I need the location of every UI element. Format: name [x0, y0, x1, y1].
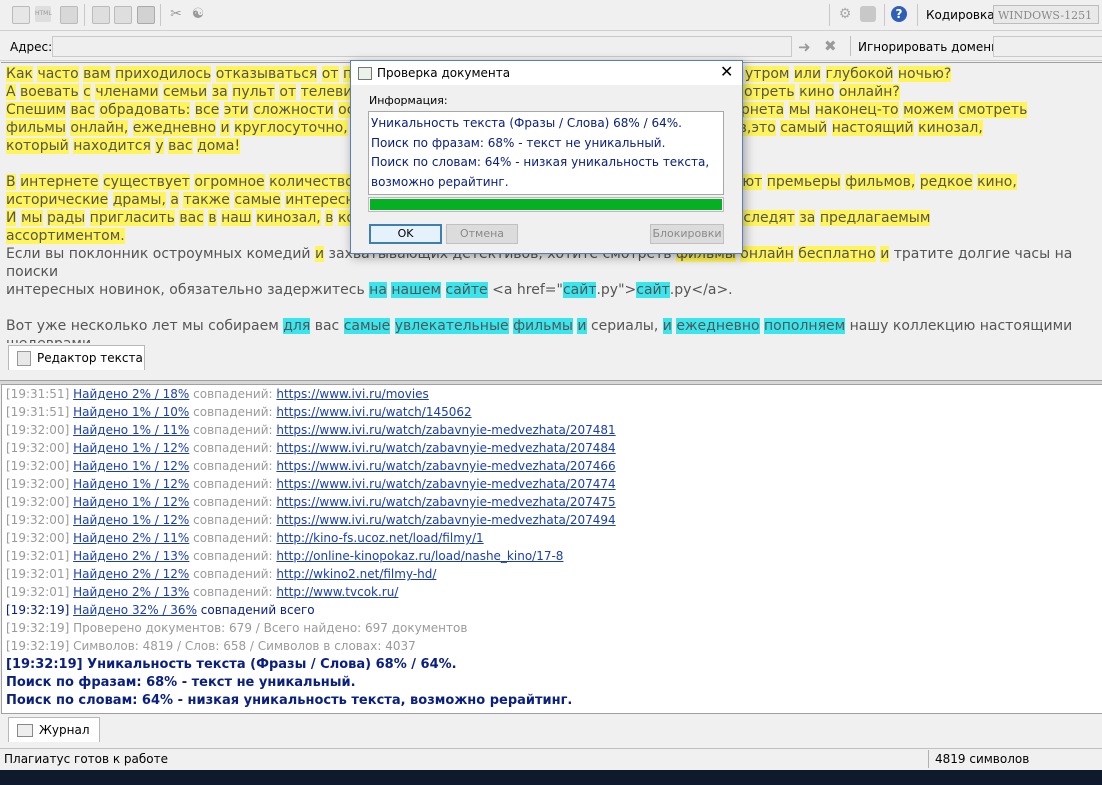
log-entry: [19:32:00] Найдено 1% / 12% совпадений: …	[6, 477, 616, 491]
info-textbox[interactable]: Уникальность текста (Фразы / Слова) 68% …	[368, 111, 724, 195]
toolbar-separator	[917, 4, 918, 26]
log-entry: [19:32:00] Найдено 1% / 12% совпадений: …	[6, 441, 616, 455]
new-file-icon[interactable]	[12, 6, 30, 24]
info-label: Информация:	[369, 94, 448, 107]
toolbar-separator	[829, 4, 830, 26]
toolbar-separator	[160, 4, 161, 26]
log-result-phrases: Поиск по фразам: 68% - текст не уникальн…	[6, 675, 356, 690]
encoding-select[interactable]: WINDOWS-1251	[993, 5, 1099, 24]
open-file-icon[interactable]	[60, 6, 78, 24]
dialog-titlebar[interactable]: Проверка документа ✕	[351, 61, 742, 85]
symbol-count: 4819 символов	[935, 752, 1030, 766]
log-result-words: Поиск по словам: 64% - низкая уникальнос…	[6, 693, 573, 708]
log-result-uniqueness: [19:32:19] Уникальность текста (Фразы / …	[6, 657, 457, 672]
address-input[interactable]	[52, 36, 792, 57]
document-edit-icon	[17, 351, 31, 366]
window-icon	[358, 67, 372, 80]
log-summary: [19:32:19] Найдено 32% / 36% совпадений …	[6, 603, 315, 617]
ok-button[interactable]: OK	[369, 224, 442, 244]
progress-bar	[368, 197, 724, 212]
taskbar	[0, 770, 1102, 785]
yin-yang-icon[interactable]: ☯	[190, 6, 206, 22]
close-icon[interactable]: ✕	[720, 63, 733, 81]
gear-icon[interactable]: ⚙	[837, 6, 853, 22]
copy2-icon[interactable]	[114, 6, 132, 24]
log-entry: [19:32:01] Найдено 2% / 13% совпадений: …	[6, 585, 399, 599]
cancel-button[interactable]: Отмена	[446, 224, 518, 244]
log-entry: [19:32:01] Найдено 2% / 13% совпадений: …	[6, 549, 564, 563]
tab-journal-label: Журнал	[39, 723, 90, 737]
copy-icon[interactable]	[92, 6, 110, 24]
dialog-title: Проверка документа	[377, 66, 511, 80]
toolbar-separator	[884, 4, 885, 26]
tab-journal[interactable]: Журнал	[8, 717, 100, 742]
log-entry: [19:31:51] Найдено 2% / 18% совпадений: …	[6, 387, 429, 401]
clear-icon[interactable]: ✖	[824, 37, 837, 55]
journal-log: [19:31:51] Найдено 2% / 18% совпадений: …	[1, 384, 1102, 714]
tab-text-editor[interactable]: Редактор текста	[8, 345, 145, 370]
status-separator	[928, 750, 929, 768]
toolbar-separator	[84, 4, 85, 26]
log-entry: [19:32:00] Найдено 1% / 11% совпадений: …	[6, 423, 616, 437]
log-entry: [19:31:51] Найдено 1% / 10% совпадений: …	[6, 405, 472, 419]
log-entry: [19:32:00] Найдено 1% / 12% совпадений: …	[6, 459, 616, 473]
check-document-dialog: Проверка документа ✕ Информация: Уникаль…	[350, 60, 743, 254]
status-text: Плагиатус готов к работе	[4, 752, 169, 766]
encoding-label: Кодировка:	[926, 8, 999, 22]
go-arrow-icon[interactable]: ➜	[798, 38, 811, 56]
address-separator	[850, 36, 851, 56]
log-symbols: [19:32:19] Символов: 4819 / Слов: 658 / …	[6, 639, 416, 653]
blocks-button[interactable]: Блокировки	[650, 224, 724, 244]
log-entry: [19:32:00] Найдено 1% / 12% совпадений: …	[6, 495, 616, 509]
progress-fill	[370, 199, 722, 210]
ignore-domains-label: Игнорировать домены:	[858, 40, 1005, 54]
help-icon[interactable]: ?	[891, 6, 907, 22]
journal-icon	[17, 724, 33, 737]
paste-icon[interactable]	[137, 6, 155, 24]
tools-icon[interactable]: ✂	[168, 6, 184, 22]
html-icon[interactable]: HTML	[35, 6, 52, 22]
log-checked-documents: [19:32:19] Проверено документов: 679 / В…	[6, 621, 468, 635]
ignore-domains-input[interactable]	[993, 36, 1102, 57]
log-entry: [19:32:00] Найдено 2% / 11% совпадений: …	[6, 531, 484, 545]
lock-icon[interactable]	[860, 6, 876, 22]
address-label: Адрес:	[10, 40, 53, 54]
log-entry: [19:32:01] Найдено 2% / 12% совпадений: …	[6, 567, 437, 581]
tab-text-editor-label: Редактор текста	[37, 351, 143, 365]
log-entry: [19:32:00] Найдено 1% / 12% совпадений: …	[6, 513, 616, 527]
